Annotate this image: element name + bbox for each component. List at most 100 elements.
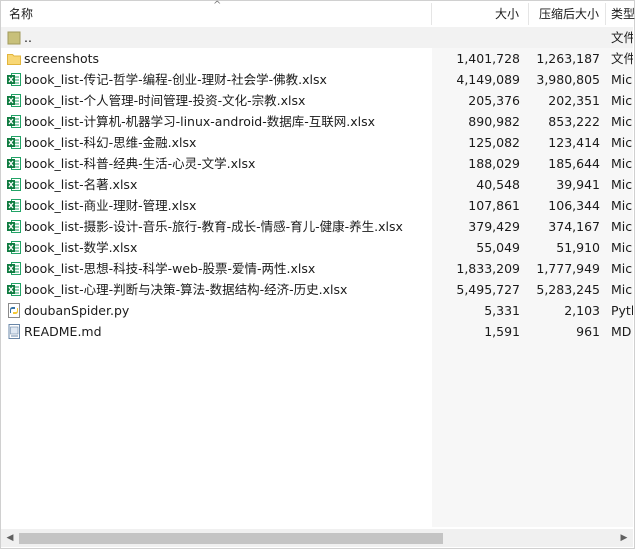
- file-rows: .. 文件 screenshots 1,401,728 1,263,187 文件 book_…: [1, 27, 633, 342]
- file-type: Mic: [611, 261, 633, 276]
- file-size: 5,331: [484, 303, 520, 318]
- horizontal-scrollbar[interactable]: ◀ ▶: [1, 529, 633, 547]
- scrollbar-thumb[interactable]: [19, 533, 443, 544]
- file-size: 890,982: [468, 114, 520, 129]
- excel-icon: [7, 135, 21, 150]
- excel-icon: [7, 219, 21, 234]
- file-size: 188,029: [468, 156, 520, 171]
- file-name: book_list-数学.xlsx: [24, 240, 138, 255]
- file-type: Mic: [611, 198, 633, 213]
- file-type: Mic: [611, 177, 633, 192]
- file-type: 文件: [611, 30, 633, 45]
- file-compressed-size: 3,980,805: [536, 72, 600, 87]
- file-size: 40,548: [476, 177, 520, 192]
- file-compressed-size: 5,283,245: [536, 282, 600, 297]
- parent-folder-icon: [7, 30, 21, 45]
- file-type: Mic: [611, 156, 633, 171]
- file-size: 1,591: [484, 324, 520, 339]
- python-file-icon: [7, 303, 21, 318]
- file-compressed-size: 853,222: [548, 114, 600, 129]
- file-name: README.md: [24, 324, 102, 339]
- file-row[interactable]: README.md 1,591 961 MD: [1, 321, 633, 342]
- sort-ascending-icon: ^: [213, 0, 222, 11]
- file-row[interactable]: book_list-心理-判断与决策-算法-数据结构-经济-历史.xlsx 5,4…: [1, 279, 633, 300]
- excel-icon: [7, 240, 21, 255]
- file-type: Mic: [611, 282, 633, 297]
- file-compressed-size: 123,414: [548, 135, 600, 150]
- column-divider[interactable]: [528, 3, 529, 25]
- excel-icon: [7, 156, 21, 171]
- excel-icon: [7, 93, 21, 108]
- file-name: book_list-传记-哲学-编程-创业-理财-社会学-佛教.xlsx: [24, 72, 327, 87]
- file-size: 107,861: [468, 198, 520, 213]
- file-row[interactable]: book_list-科幻-思维-金融.xlsx 125,082 123,414 Mic: [1, 132, 633, 153]
- scroll-right-arrow[interactable]: ▶: [618, 532, 630, 544]
- file-compressed-size: 1,777,949: [536, 261, 600, 276]
- file-type: Mic: [611, 114, 633, 129]
- excel-icon: [7, 282, 21, 297]
- file-compressed-size: 185,644: [548, 156, 600, 171]
- file-size: 5,495,727: [456, 282, 520, 297]
- file-name: book_list-思想-科技-科学-web-股票-爱情-两性.xlsx: [24, 261, 316, 276]
- file-compressed-size: 202,351: [548, 93, 600, 108]
- file-row[interactable]: book_list-思想-科技-科学-web-股票-爱情-两性.xlsx 1,83…: [1, 258, 633, 279]
- file-row[interactable]: book_list-科普-经典-生活-心灵-文学.xlsx 188,029 185,…: [1, 153, 633, 174]
- file-size: 379,429: [468, 219, 520, 234]
- file-name: book_list-科幻-思维-金融.xlsx: [24, 135, 197, 150]
- file-type: Mic: [611, 93, 633, 108]
- file-type: Mic: [611, 240, 633, 255]
- file-compressed-size: 106,344: [548, 198, 600, 213]
- file-type: MD: [611, 324, 632, 339]
- column-divider[interactable]: [605, 3, 606, 25]
- file-row[interactable]: book_list-个人管理-时间管理-投资-文化-宗教.xlsx 205,376…: [1, 90, 633, 111]
- file-compressed-size: 39,941: [556, 177, 600, 192]
- file-size: 1,401,728: [456, 51, 520, 66]
- file-name: ..: [24, 30, 32, 45]
- file-row[interactable]: doubanSpider.py 5,331 2,103 Pyth: [1, 300, 633, 321]
- file-type: Mic: [611, 72, 633, 87]
- file-compressed-size: 2,103: [564, 303, 600, 318]
- excel-icon: [7, 261, 21, 276]
- header-name[interactable]: 名称: [9, 1, 33, 27]
- file-type: Mic: [611, 135, 633, 150]
- file-name: book_list-名著.xlsx: [24, 177, 138, 192]
- header-size[interactable]: 大小: [495, 1, 519, 27]
- markdown-file-icon: [7, 324, 21, 339]
- file-name: book_list-个人管理-时间管理-投资-文化-宗教.xlsx: [24, 93, 306, 108]
- column-header: 名称 ^ 大小 压缩后大小 类型: [1, 0, 635, 27]
- file-name: book_list-商业-理财-管理.xlsx: [24, 198, 197, 213]
- file-size: 55,049: [476, 240, 520, 255]
- file-row[interactable]: book_list-摄影-设计-音乐-旅行-教育-成长-情感-育儿-健康-养生.…: [1, 216, 633, 237]
- file-compressed-size: 1,263,187: [536, 51, 600, 66]
- file-size: 125,082: [468, 135, 520, 150]
- file-type: Pyth: [611, 303, 633, 318]
- file-size: 205,376: [468, 93, 520, 108]
- column-divider[interactable]: [431, 3, 432, 25]
- file-size: 1,833,209: [456, 261, 520, 276]
- folder-row[interactable]: .. 文件: [1, 27, 633, 48]
- excel-icon: [7, 114, 21, 129]
- file-row[interactable]: book_list-商业-理财-管理.xlsx 107,861 106,344 Mic: [1, 195, 633, 216]
- file-name: book_list-科普-经典-生活-心灵-文学.xlsx: [24, 156, 256, 171]
- file-type: Mic: [611, 219, 633, 234]
- file-name: book_list-计算机-机器学习-linux-android-数据库-互联网…: [24, 114, 376, 129]
- scroll-left-arrow[interactable]: ◀: [4, 532, 16, 544]
- file-compressed-size: 374,167: [548, 219, 600, 234]
- folder-row[interactable]: screenshots 1,401,728 1,263,187 文件: [1, 48, 633, 69]
- file-compressed-size: 961: [576, 324, 600, 339]
- header-type[interactable]: 类型: [611, 1, 635, 27]
- file-name: book_list-摄影-设计-音乐-旅行-教育-成长-情感-育儿-健康-养生.…: [24, 219, 403, 234]
- file-name: screenshots: [24, 51, 100, 66]
- file-row[interactable]: book_list-计算机-机器学习-linux-android-数据库-互联网…: [1, 111, 633, 132]
- excel-icon: [7, 72, 21, 87]
- file-row[interactable]: book_list-数学.xlsx 55,049 51,910 Mic: [1, 237, 633, 258]
- file-name: doubanSpider.py: [24, 303, 130, 318]
- file-row[interactable]: book_list-传记-哲学-编程-创业-理财-社会学-佛教.xlsx 4,14…: [1, 69, 633, 90]
- excel-icon: [7, 198, 21, 213]
- file-compressed-size: 51,910: [556, 240, 600, 255]
- file-row[interactable]: book_list-名著.xlsx 40,548 39,941 Mic: [1, 174, 633, 195]
- file-name: book_list-心理-判断与决策-算法-数据结构-经济-历史.xlsx: [24, 282, 348, 297]
- file-size: 4,149,089: [456, 72, 520, 87]
- folder-icon: [7, 51, 21, 66]
- header-compressed-size[interactable]: 压缩后大小: [539, 1, 599, 27]
